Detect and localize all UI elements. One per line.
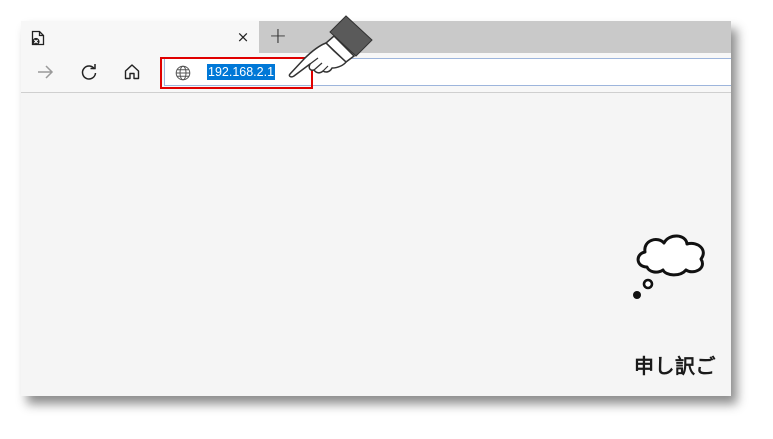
pointing-hand-icon: [278, 10, 378, 80]
error-heading: 申し訳ご: [634, 354, 716, 378]
tab-active[interactable]: ×: [21, 21, 259, 53]
reload-button[interactable]: [78, 61, 100, 83]
page-error-icon: [31, 30, 45, 46]
arrow-right-icon: [38, 65, 54, 79]
tab-close-button[interactable]: ×: [234, 28, 252, 46]
home-button[interactable]: [121, 61, 143, 83]
reload-icon: [81, 64, 97, 80]
thought-bubble-icon: [630, 228, 710, 302]
home-icon: [124, 64, 140, 80]
back-button[interactable]: [34, 61, 56, 83]
